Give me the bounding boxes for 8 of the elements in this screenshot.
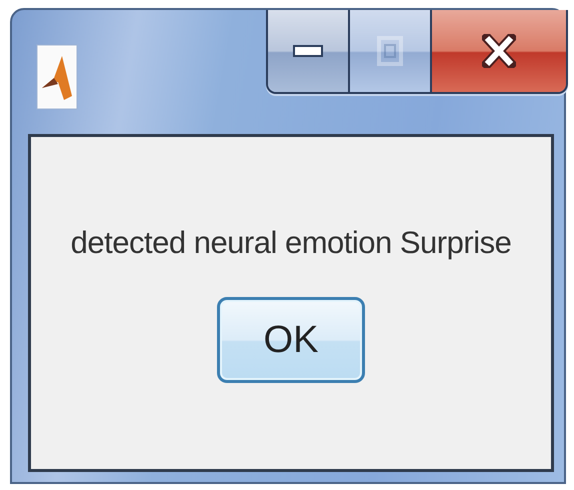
app-icon	[36, 44, 78, 110]
ok-button[interactable]: OK	[217, 297, 365, 383]
close-icon	[482, 34, 516, 68]
close-button[interactable]	[430, 10, 566, 92]
minimize-icon	[293, 44, 323, 58]
minimize-button[interactable]	[268, 10, 348, 92]
message-text: detected neural emotion Surprise	[70, 225, 512, 261]
maximize-icon	[377, 36, 403, 66]
